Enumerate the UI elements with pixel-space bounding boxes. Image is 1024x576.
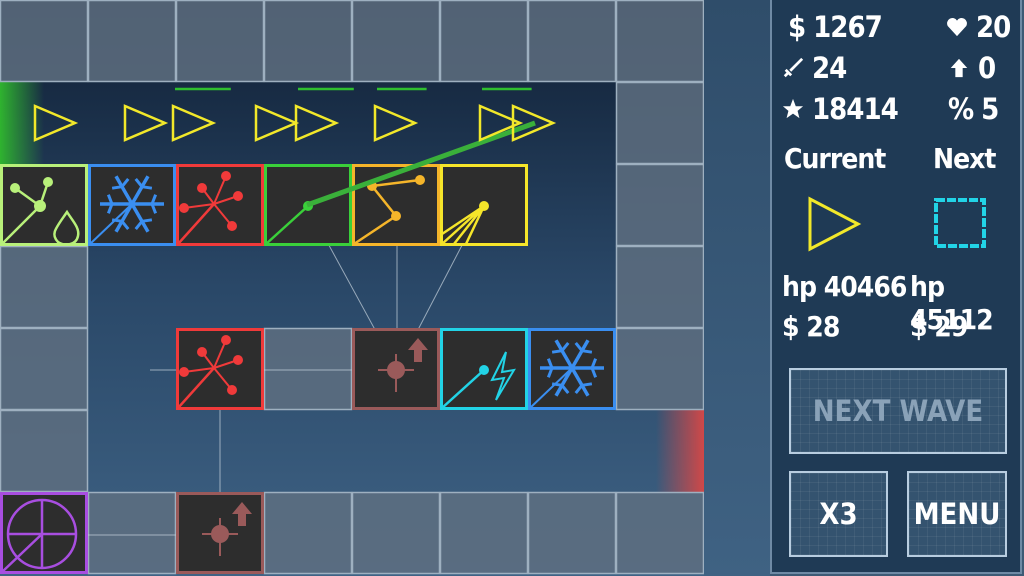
current-wave-hp: hp 40466 [782, 270, 907, 303]
heart-icon [947, 17, 967, 37]
menu-button[interactable]: MENU [907, 471, 1007, 557]
build-slot [175, 0, 265, 83]
build-slot [351, 0, 441, 83]
tower-fire[interactable] [176, 164, 264, 246]
tower-ice[interactable] [528, 328, 616, 410]
build-slot [615, 491, 704, 575]
entry-zone [0, 82, 44, 164]
build-slot [439, 0, 529, 83]
build-slot [527, 0, 617, 83]
build-slot [0, 327, 89, 411]
build-slot [615, 245, 704, 329]
star-icon [782, 98, 804, 119]
current-enemy-triangle-icon [808, 196, 862, 252]
next-wave-button[interactable]: NEXT WAVE [789, 368, 1007, 454]
build-slot [439, 491, 529, 575]
lives-stat: 20 [946, 10, 1011, 44]
build-slot [87, 491, 177, 575]
money-stat: $1267 [788, 10, 883, 44]
score-stat: 18414 [782, 92, 899, 126]
damage-stat: 24 [782, 51, 847, 85]
tower-shock[interactable] [440, 328, 528, 410]
tower-splash[interactable] [440, 164, 528, 246]
build-slot [351, 491, 441, 575]
next-wave-label: Next [933, 142, 996, 175]
build-slot [87, 0, 177, 83]
dollar-icon: $ [788, 10, 806, 44]
tower-upgrade[interactable] [352, 328, 440, 410]
build-slot [263, 327, 353, 411]
current-wave-reward: $ 28 [782, 310, 840, 343]
percent-icon: % [948, 92, 974, 126]
build-slot [615, 81, 704, 165]
next-wave-reward: $ 29 [910, 310, 968, 343]
sword-icon [783, 57, 804, 78]
build-slot [527, 491, 617, 575]
board-margin [704, 0, 770, 576]
game-board[interactable] [0, 0, 704, 576]
speed-x3-button[interactable]: X3 [789, 471, 888, 557]
build-slot [615, 163, 704, 247]
next-enemy-square-icon [934, 198, 986, 248]
tower-chain[interactable] [352, 164, 440, 246]
build-slot [0, 245, 89, 329]
tower-upgrade[interactable] [176, 492, 264, 574]
exit-zone [656, 410, 704, 492]
arrow-up-icon [950, 58, 968, 78]
current-wave-label: Current [784, 142, 886, 175]
build-slot [615, 0, 704, 83]
status-panel: $1267 20 24 0 18414 % 5 Current Next hp 4… [770, 0, 1022, 574]
build-slot [0, 0, 89, 83]
build-slot [263, 491, 353, 575]
upgrades-stat: 0 [948, 51, 996, 85]
tower-ice[interactable] [88, 164, 176, 246]
build-slot [615, 327, 704, 411]
percent-stat: % 5 [948, 92, 999, 126]
tower-poison[interactable] [0, 164, 88, 246]
tower-sniper[interactable] [0, 492, 88, 574]
build-slot [263, 0, 353, 83]
tower-fire[interactable] [176, 328, 264, 410]
build-slot [0, 409, 89, 493]
